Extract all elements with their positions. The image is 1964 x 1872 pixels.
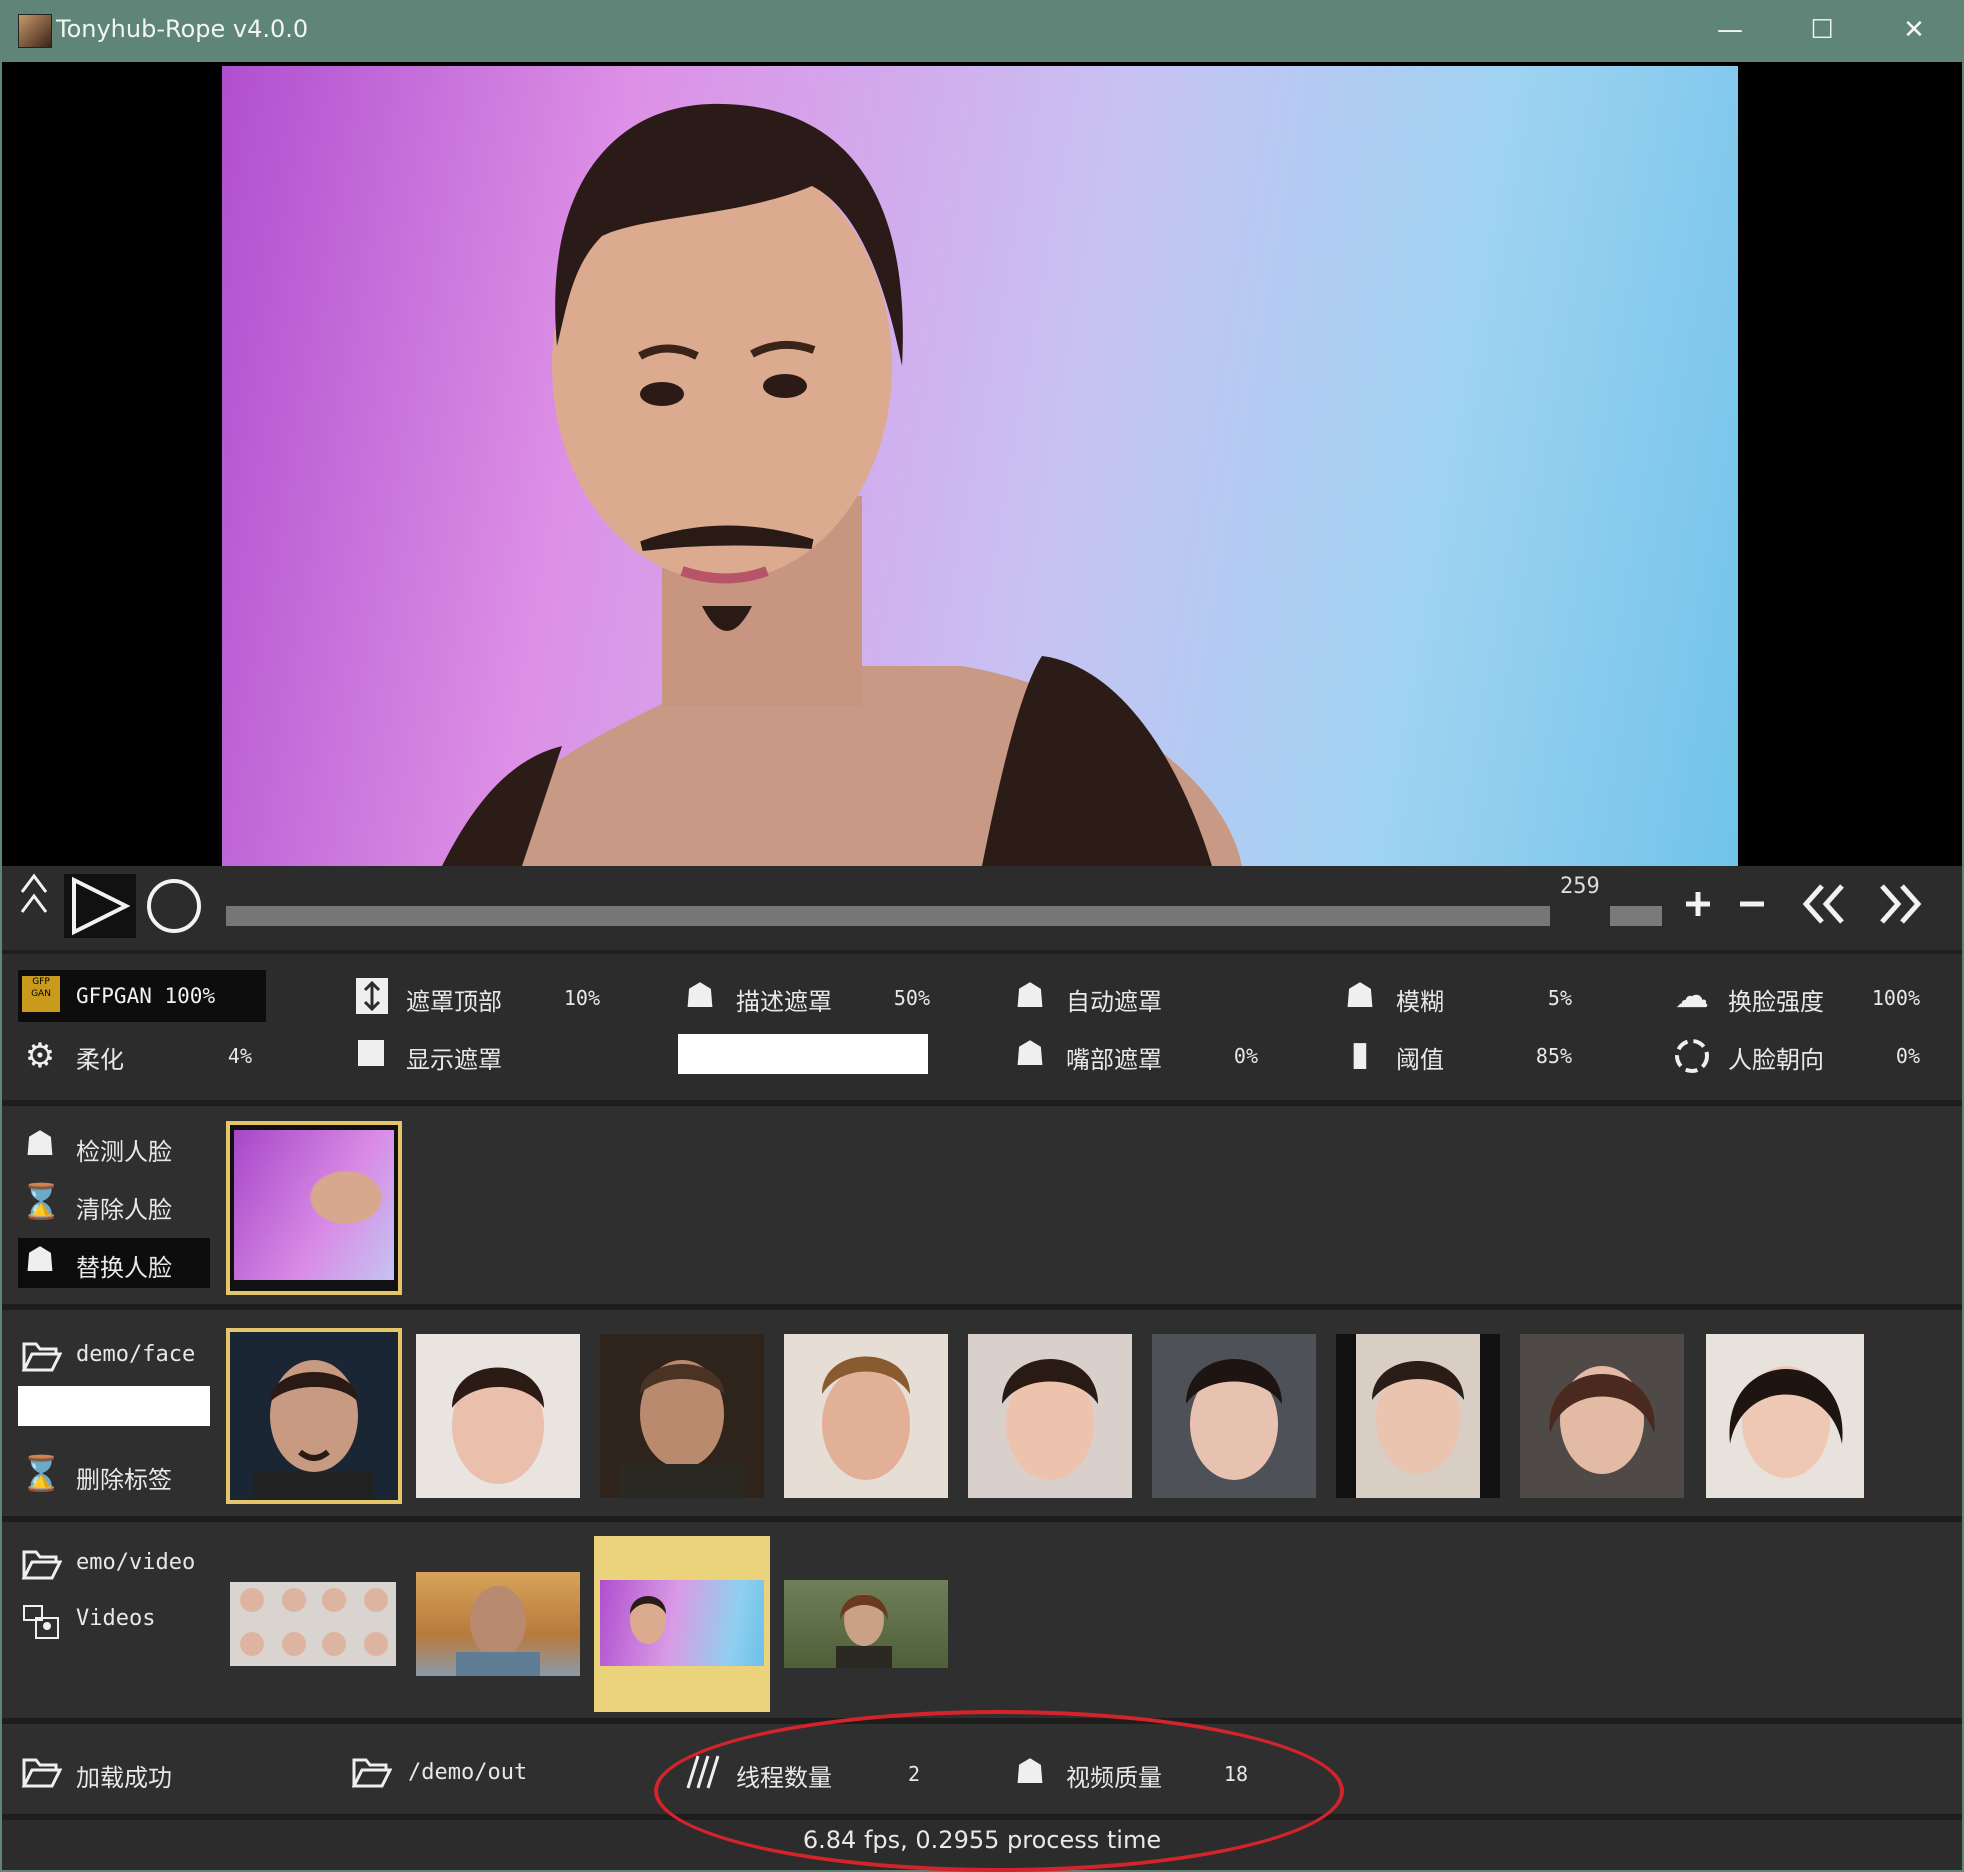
source-face-thumb[interactable]	[600, 1334, 764, 1498]
mask-top-icon	[352, 976, 392, 1016]
seek-slider[interactable]	[226, 906, 1550, 926]
videos-icon	[22, 1604, 62, 1640]
show-mask-checkbox[interactable]	[358, 1040, 384, 1066]
found-face-image	[234, 1130, 394, 1280]
delete-tag-button[interactable]: 删除标签	[76, 1460, 172, 1495]
faces-folder-path[interactable]: demo/face	[76, 1342, 195, 1367]
parameters-panel	[2, 954, 1962, 1106]
play-button[interactable]	[64, 874, 136, 938]
mouth-mask-value[interactable]: 0%	[1202, 1044, 1258, 1068]
mask-top-value[interactable]: 10%	[540, 986, 600, 1010]
swap-strength-label: 换脸强度	[1728, 988, 1824, 1016]
describe-mask-label: 描述遮罩	[736, 988, 832, 1016]
detect-face-icon: ☗	[24, 1124, 56, 1164]
maximize-button[interactable]: ☐	[1800, 10, 1844, 50]
auto-mask-label: 自动遮罩	[1066, 988, 1162, 1016]
video-thumb[interactable]	[230, 1582, 396, 1666]
source-face-thumb[interactable]	[1520, 1334, 1684, 1498]
preview-person-image	[442, 103, 1242, 866]
show-mask-label: 显示遮罩	[406, 1046, 502, 1074]
output-folder-icon[interactable]	[351, 1756, 393, 1788]
blur-value[interactable]: 5%	[1516, 986, 1572, 1010]
clear-faces-button[interactable]: 清除人脸	[76, 1190, 172, 1225]
gfpgan-label: GFPGAN 100%	[76, 984, 216, 1008]
videos-label: Videos	[76, 1606, 156, 1631]
video-thumb[interactable]	[416, 1572, 580, 1676]
folder-open-icon[interactable]	[21, 1340, 63, 1372]
load-status-label: 加载成功	[76, 1764, 172, 1792]
clear-face-icon: ⌛	[20, 1182, 63, 1222]
record-icon	[147, 879, 201, 933]
minus-icon[interactable]	[1732, 884, 1772, 924]
source-face-thumb[interactable]	[784, 1334, 948, 1498]
video-preview-frame	[222, 66, 1738, 866]
soften-value[interactable]: 4%	[196, 1044, 252, 1068]
mouth-mask-icon: ☗	[1014, 1034, 1046, 1074]
source-face-thumb[interactable]	[1336, 1334, 1500, 1498]
face-orientation-label: 人脸朝向	[1728, 1046, 1824, 1074]
source-face-thumb[interactable]	[1706, 1334, 1864, 1498]
output-folder-path[interactable]: /demo/out	[408, 1760, 527, 1785]
soften-label: 柔化	[76, 1046, 124, 1074]
frame-number: 259	[1560, 874, 1600, 899]
app-icon	[18, 14, 52, 48]
threshold-icon: ▮	[1350, 1034, 1370, 1074]
face-orientation-value[interactable]: 0%	[1860, 1044, 1920, 1068]
rewind-icon[interactable]	[1800, 882, 1848, 926]
blur-icon: ☗	[1344, 976, 1376, 1016]
videos-folder-path[interactable]: emo/video	[76, 1550, 195, 1575]
folder-open-icon[interactable]	[21, 1548, 63, 1580]
minimize-button[interactable]: —	[1708, 10, 1752, 50]
source-face-thumb[interactable]	[968, 1334, 1132, 1498]
threshold-value[interactable]: 85%	[1516, 1044, 1572, 1068]
plus-icon[interactable]	[1678, 884, 1718, 924]
fast-forward-icon[interactable]	[1876, 882, 1924, 926]
chevrons-up-icon[interactable]	[14, 868, 54, 928]
blur-label: 模糊	[1396, 988, 1444, 1016]
swap-strength-value[interactable]: 100%	[1860, 986, 1920, 1010]
describe-mask-value[interactable]: 50%	[870, 986, 930, 1010]
gfpgan-icon: GFP GAN	[22, 976, 60, 1012]
describe-mask-input[interactable]	[678, 1034, 928, 1074]
threshold-label: 阈值	[1396, 1046, 1444, 1074]
video-thumb[interactable]	[784, 1580, 948, 1668]
window-title: Tonyhub-Rope v4.0.0	[56, 15, 309, 43]
delete-tag-icon: ⌛	[20, 1454, 63, 1494]
video-thumb[interactable]	[600, 1580, 764, 1666]
play-icon	[72, 876, 131, 936]
source-face-thumb[interactable]	[1152, 1334, 1316, 1498]
folder-open-icon[interactable]	[21, 1756, 63, 1788]
mouth-mask-label: 嘴部遮罩	[1066, 1046, 1162, 1074]
swap-faces-label: 替换人脸	[76, 1254, 172, 1282]
record-button[interactable]	[144, 876, 204, 936]
source-face-thumb[interactable]	[226, 1328, 402, 1504]
close-button[interactable]: ✕	[1892, 10, 1936, 50]
face-orientation-icon	[1672, 1036, 1712, 1076]
describe-mask-icon: ☗	[684, 976, 716, 1016]
swap-face-icon: ☗	[24, 1240, 56, 1280]
soften-icon: ⚙	[24, 1036, 56, 1076]
annotation-circle	[654, 1710, 1344, 1872]
swap-strength-icon: ☁	[1675, 976, 1709, 1016]
frame-input[interactable]	[1610, 906, 1662, 926]
detect-faces-button[interactable]: 检测人脸	[76, 1132, 172, 1167]
mask-top-label: 遮罩顶部	[406, 988, 502, 1016]
gfpgan-value[interactable]: 100%	[165, 984, 216, 1008]
auto-mask-icon: ☗	[1014, 976, 1046, 1016]
tag-input[interactable]	[18, 1386, 210, 1426]
source-face-thumb[interactable]	[416, 1334, 580, 1498]
